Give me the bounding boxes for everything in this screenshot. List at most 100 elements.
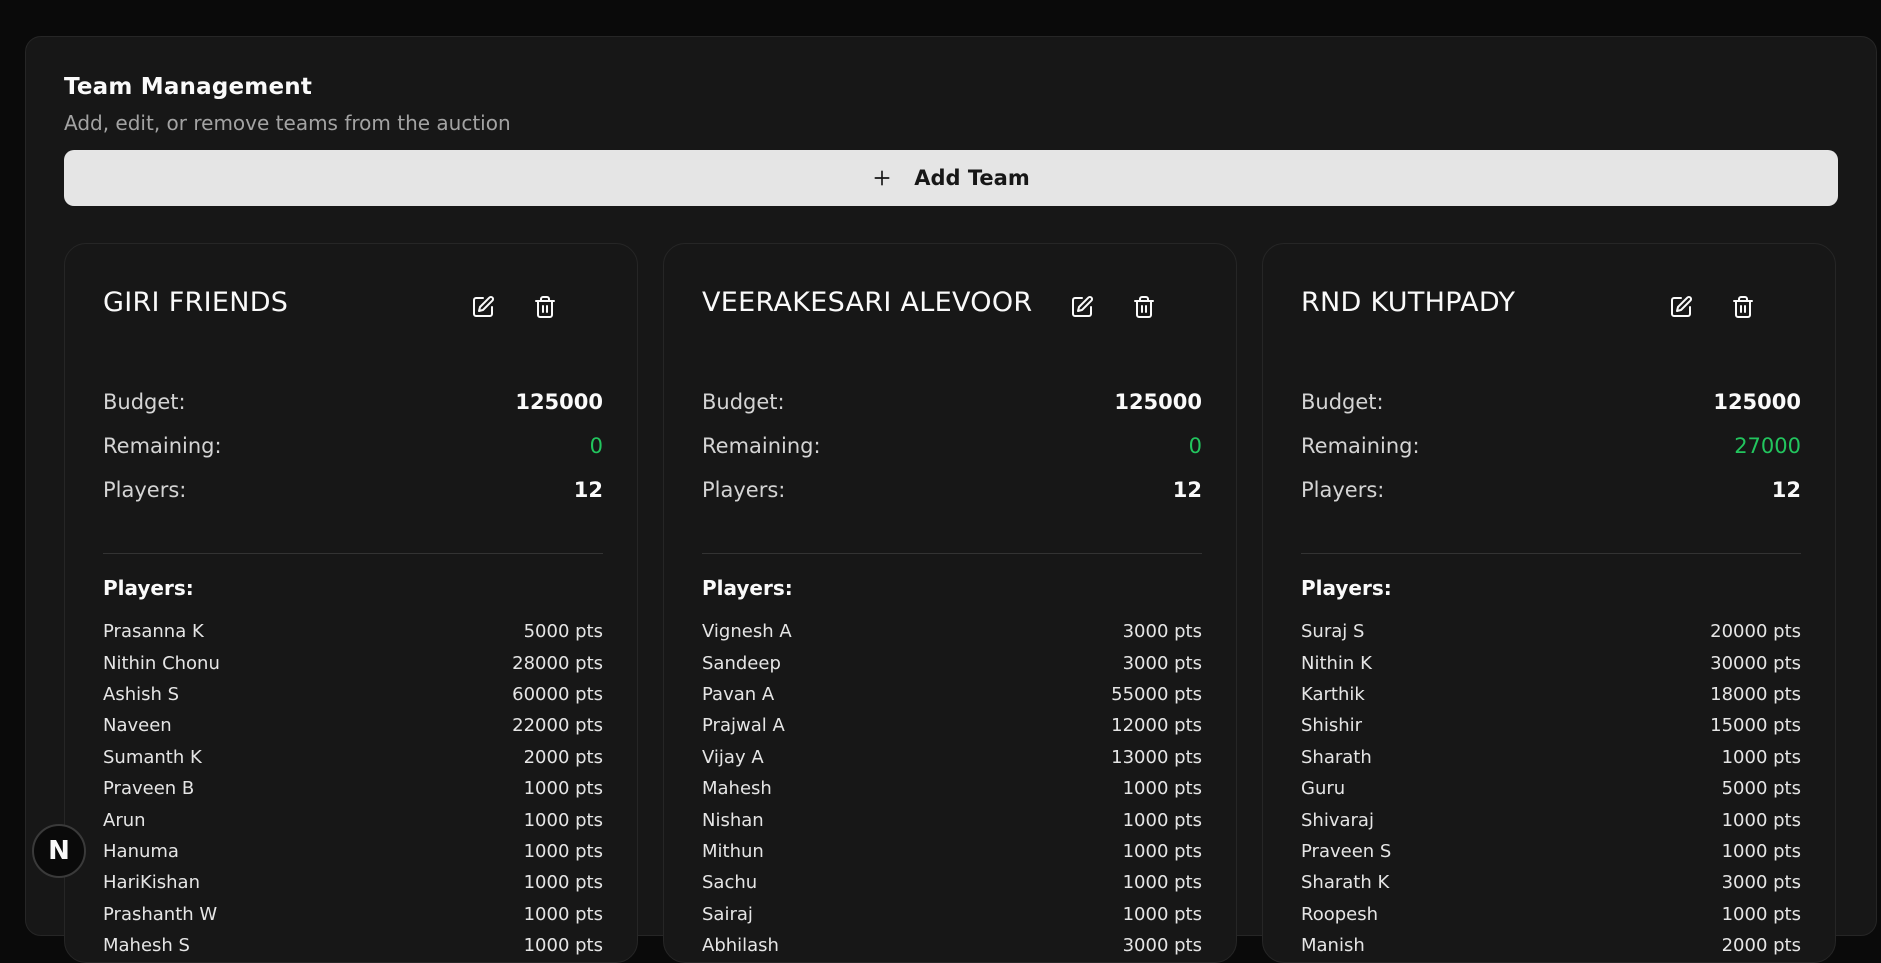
- plus-icon: [874, 170, 890, 186]
- divider: [103, 553, 603, 554]
- player-name: Nishan: [702, 809, 764, 831]
- players-count-row: Players: 12: [1301, 475, 1801, 505]
- player-points: 3000 pts: [1122, 652, 1202, 674]
- delete-team-button[interactable]: [528, 290, 562, 324]
- player-name: Naveen: [103, 715, 172, 737]
- player-name: Hanuma: [103, 840, 179, 862]
- player-name: Suraj S: [1301, 621, 1365, 643]
- player-name: Shishir: [1301, 715, 1363, 737]
- player-name: HariKishan: [103, 872, 200, 894]
- player-row: Sairaj 1000 pts: [702, 899, 1202, 930]
- player-name: Karthik: [1301, 683, 1365, 705]
- budget-value: 125000: [1713, 390, 1801, 414]
- player-points: 1000 pts: [1721, 809, 1801, 831]
- player-row: Prasanna K 5000 pts: [103, 616, 603, 647]
- delete-team-button[interactable]: [1726, 290, 1760, 324]
- player-name: Sharath: [1301, 746, 1372, 768]
- player-points: 1000 pts: [1122, 903, 1202, 925]
- players-heading: Players:: [1301, 576, 1392, 600]
- budget-row: Budget: 125000: [103, 387, 603, 417]
- player-name: Sumanth K: [103, 746, 202, 768]
- players-count-value: 12: [573, 478, 603, 502]
- remaining-label: Remaining:: [1301, 434, 1420, 458]
- player-name: Abhilash: [702, 935, 779, 957]
- edit-icon: [1072, 296, 1093, 317]
- player-points: 5000 pts: [1721, 778, 1801, 800]
- player-name: Praveen S: [1301, 840, 1392, 862]
- player-points: 18000 pts: [1710, 683, 1801, 705]
- player-points: 1000 pts: [523, 809, 603, 831]
- add-team-button[interactable]: Add Team: [64, 150, 1838, 206]
- player-name: Vignesh A: [702, 621, 792, 643]
- player-row: Shivaraj 1000 pts: [1301, 804, 1801, 835]
- player-row: Abhilash 3000 pts: [702, 930, 1202, 961]
- trash-icon: [535, 296, 555, 318]
- player-points: 1000 pts: [1721, 903, 1801, 925]
- player-row: Nithin K 30000 pts: [1301, 647, 1801, 678]
- player-row: Guru 5000 pts: [1301, 773, 1801, 804]
- player-points: 1000 pts: [1721, 746, 1801, 768]
- player-row: Mithun 1000 pts: [702, 836, 1202, 867]
- player-points: 60000 pts: [512, 683, 603, 705]
- players-count-value: 12: [1172, 478, 1202, 502]
- page-title: Team Management: [64, 74, 313, 100]
- player-points: 1000 pts: [1122, 872, 1202, 894]
- budget-label: Budget:: [1301, 390, 1384, 414]
- player-name: Prajwal A: [702, 715, 785, 737]
- players-heading: Players:: [103, 576, 194, 600]
- budget-label: Budget:: [103, 390, 186, 414]
- player-points: 1000 pts: [523, 840, 603, 862]
- players-count-row: Players: 12: [103, 475, 603, 505]
- player-points: 20000 pts: [1710, 621, 1801, 643]
- player-row: Ashish S 60000 pts: [103, 679, 603, 710]
- edit-team-button[interactable]: [1065, 290, 1099, 324]
- team-card: RND KUTHPADY Budget: 125000 Remaining: 2…: [1262, 243, 1836, 963]
- player-name: Mahesh S: [103, 935, 190, 957]
- player-points: 28000 pts: [512, 652, 603, 674]
- player-row: Prashanth W 1000 pts: [103, 899, 603, 930]
- team-name: GIRI FRIENDS: [103, 287, 289, 318]
- player-row: Shishir 15000 pts: [1301, 710, 1801, 741]
- player-name: Manish: [1301, 935, 1365, 957]
- player-points: 5000 pts: [523, 621, 603, 643]
- page-subtitle: Add, edit, or remove teams from the auct…: [64, 111, 511, 135]
- player-name: Pavan A: [702, 683, 775, 705]
- remaining-row: Remaining: 0: [103, 431, 603, 461]
- next-dev-badge[interactable]: N: [32, 824, 86, 878]
- player-points: 3000 pts: [1122, 935, 1202, 957]
- players-count-label: Players:: [702, 478, 786, 502]
- player-row: Vignesh A 3000 pts: [702, 616, 1202, 647]
- player-row: Pavan A 55000 pts: [702, 679, 1202, 710]
- budget-value: 125000: [1114, 390, 1202, 414]
- player-name: Ashish S: [103, 683, 180, 705]
- delete-team-button[interactable]: [1127, 290, 1161, 324]
- player-points: 30000 pts: [1710, 652, 1801, 674]
- player-points: 15000 pts: [1710, 715, 1801, 737]
- player-name: Vijay A: [702, 746, 764, 768]
- player-name: Mithun: [702, 840, 764, 862]
- remaining-value: 0: [589, 434, 603, 458]
- edit-team-button[interactable]: [466, 290, 500, 324]
- player-row: Suraj S 20000 pts: [1301, 616, 1801, 647]
- team-name: RND KUTHPADY: [1301, 287, 1516, 318]
- player-row: Karthik 18000 pts: [1301, 679, 1801, 710]
- player-row: Mahesh 1000 pts: [702, 773, 1202, 804]
- edit-team-button[interactable]: [1664, 290, 1698, 324]
- edit-icon: [1671, 296, 1692, 317]
- player-row: Sharath 1000 pts: [1301, 742, 1801, 773]
- player-row: Hanuma 1000 pts: [103, 836, 603, 867]
- player-points: 13000 pts: [1111, 746, 1202, 768]
- player-name: Guru: [1301, 778, 1346, 800]
- player-points: 3000 pts: [1122, 621, 1202, 643]
- player-points: 1000 pts: [1122, 840, 1202, 862]
- player-points: 1000 pts: [1721, 840, 1801, 862]
- player-name: Arun: [103, 809, 146, 831]
- player-points: 55000 pts: [1111, 683, 1202, 705]
- player-name: Prasanna K: [103, 621, 204, 643]
- player-row: Praveen S 1000 pts: [1301, 836, 1801, 867]
- remaining-label: Remaining:: [702, 434, 821, 458]
- team-management-panel: Team Management Add, edit, or remove tea…: [25, 36, 1877, 963]
- player-row: Roopesh 1000 pts: [1301, 899, 1801, 930]
- add-team-label: Add Team: [914, 166, 1030, 190]
- player-row: HariKishan 1000 pts: [103, 867, 603, 898]
